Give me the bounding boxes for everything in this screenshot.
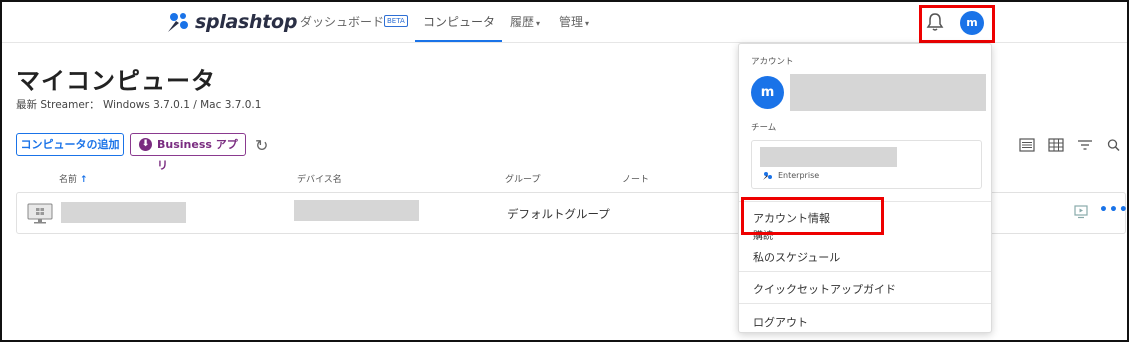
filter-icon[interactable] xyxy=(1077,138,1093,152)
divider xyxy=(739,303,991,304)
nav-admin[interactable]: 管理 ▾ xyxy=(559,13,589,30)
column-header-group[interactable]: グループ xyxy=(505,172,540,185)
streamer-version: 最新 Streamer： Windows 3.7.0.1 / Mac 3.7.0… xyxy=(16,99,262,111)
nav-history-label: 履歴 xyxy=(510,15,535,29)
divider xyxy=(739,271,991,272)
chevron-down-icon: ▾ xyxy=(536,19,541,28)
active-tab-indicator xyxy=(415,40,502,42)
account-section-label: アカウント xyxy=(751,57,794,67)
menu-item-quick-setup-guide[interactable]: クイックセットアップガイド xyxy=(753,281,896,297)
chevron-down-icon: ▾ xyxy=(585,19,590,28)
more-options-icon[interactable]: ••• xyxy=(1099,202,1127,218)
nav-admin-label: 管理 xyxy=(559,15,584,29)
team-plan: Enterprise xyxy=(778,171,820,180)
business-app-label: Business アプリ xyxy=(157,138,238,172)
redacted-account-info xyxy=(790,74,986,111)
group-cell: デフォルトグループ xyxy=(507,207,610,221)
redacted-team-name xyxy=(760,147,897,167)
team-section-label: チーム xyxy=(751,123,777,133)
screen-frame: splashtop ダッシュボード BETA コンピュータ 履歴 ▾ 管理 ▾ m … xyxy=(0,0,1129,342)
top-nav: splashtop ダッシュボード BETA コンピュータ 履歴 ▾ 管理 ▾ m xyxy=(2,2,1127,43)
sort-arrow-icon: ↑ xyxy=(79,175,88,185)
splashtop-small-icon xyxy=(763,172,772,180)
account-dropdown: アカウント m チーム Enterprise アカウント情報 購読 私のスケジュ… xyxy=(738,43,992,333)
column-header-name-label: 名前 xyxy=(59,175,78,185)
refresh-icon[interactable]: ↻ xyxy=(255,136,268,155)
menu-item-my-schedule[interactable]: 私のスケジュール xyxy=(753,249,840,265)
column-header-note[interactable]: ノート xyxy=(622,172,649,185)
download-icon: ⬇ xyxy=(139,138,152,151)
windows-computer-icon xyxy=(27,203,53,224)
nav-history[interactable]: 履歴 ▾ xyxy=(510,13,540,30)
search-icon[interactable] xyxy=(1106,138,1122,152)
column-header-name[interactable]: 名前 ↑ xyxy=(59,172,87,185)
page-title: マイコンピュータ xyxy=(16,67,216,95)
menu-item-logout[interactable]: ログアウト xyxy=(753,314,808,330)
remote-connect-icon[interactable] xyxy=(1074,205,1088,219)
splashtop-logo-icon xyxy=(168,13,188,32)
highlight-box-account-info xyxy=(741,197,884,235)
team-card[interactable]: Enterprise xyxy=(751,140,982,189)
list-view-icon[interactable] xyxy=(1019,138,1035,152)
splashtop-logo[interactable]: splashtop xyxy=(165,10,297,34)
highlight-box-header xyxy=(919,5,995,43)
avatar: m xyxy=(751,76,784,109)
redacted-device-name xyxy=(294,200,419,221)
grid-view-icon[interactable] xyxy=(1048,138,1064,152)
redacted-computer-name xyxy=(61,202,186,223)
logo-wordmark: splashtop xyxy=(195,11,298,33)
nav-computers[interactable]: コンピュータ xyxy=(423,13,495,30)
add-computer-button[interactable]: コンピュータの追加 xyxy=(16,133,124,156)
business-app-button[interactable]: ⬇ Business アプリ xyxy=(130,133,246,172)
nav-dashboard[interactable]: ダッシュボード xyxy=(300,13,384,30)
beta-badge: BETA xyxy=(384,15,408,27)
column-header-device[interactable]: デバイス名 xyxy=(297,172,342,185)
